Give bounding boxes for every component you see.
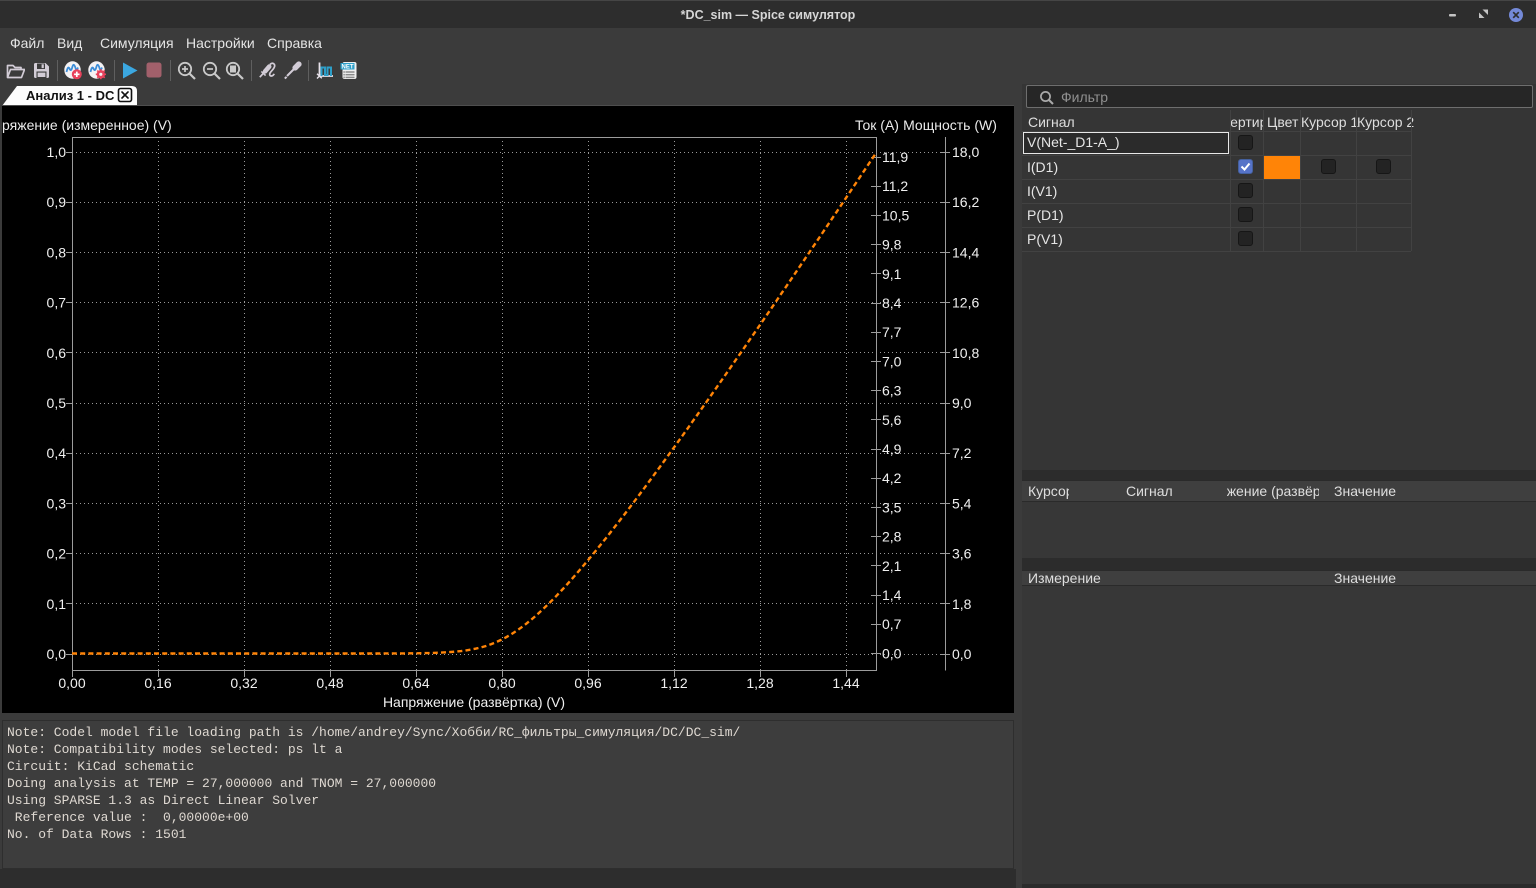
svg-text:14,4: 14,4 bbox=[952, 244, 979, 260]
svg-text:0,48: 0,48 bbox=[316, 675, 343, 691]
svg-text:NET: NET bbox=[342, 64, 354, 70]
svg-text:0,1: 0,1 bbox=[47, 596, 67, 612]
svg-text:0,7: 0,7 bbox=[882, 616, 902, 632]
svg-text:9,1: 9,1 bbox=[882, 266, 902, 282]
svg-text:6,3: 6,3 bbox=[882, 383, 902, 399]
svg-text:10,8: 10,8 bbox=[952, 345, 979, 361]
svg-text:8,4: 8,4 bbox=[882, 295, 902, 311]
svg-text:11,2: 11,2 bbox=[882, 178, 908, 194]
svg-text:0,8: 0,8 bbox=[47, 244, 67, 260]
svg-text:Напряжение (развёртка) (V): Напряжение (развёртка) (V) bbox=[383, 694, 565, 710]
svg-text:4,9: 4,9 bbox=[882, 441, 902, 457]
svg-text:0,0: 0,0 bbox=[47, 646, 67, 662]
svg-text:9,8: 9,8 bbox=[882, 237, 902, 253]
svg-text:7,0: 7,0 bbox=[882, 353, 902, 369]
svg-text:7,7: 7,7 bbox=[882, 324, 902, 340]
svg-text:18,0: 18,0 bbox=[952, 144, 979, 160]
svg-text:2,1: 2,1 bbox=[882, 558, 902, 574]
svg-text:0,00: 0,00 bbox=[58, 675, 85, 691]
svg-text:2,8: 2,8 bbox=[882, 529, 902, 545]
svg-text:0,16: 0,16 bbox=[144, 675, 171, 691]
svg-text:0,7: 0,7 bbox=[47, 295, 67, 311]
svg-text:10,5: 10,5 bbox=[882, 207, 909, 223]
svg-text:9,0: 9,0 bbox=[952, 395, 972, 411]
svg-text:1,0: 1,0 bbox=[47, 144, 67, 160]
svg-text:1,28: 1,28 bbox=[746, 675, 773, 691]
svg-text:1,8: 1,8 bbox=[952, 596, 972, 612]
svg-text:0,64: 0,64 bbox=[402, 675, 429, 691]
svg-text:1,12: 1,12 bbox=[660, 675, 687, 691]
svg-text:3,5: 3,5 bbox=[882, 499, 902, 515]
svg-text:12,6: 12,6 bbox=[952, 295, 979, 311]
svg-text:16,2: 16,2 bbox=[952, 194, 979, 210]
svg-text:0,3: 0,3 bbox=[47, 495, 67, 511]
svg-text:0,0: 0,0 bbox=[952, 646, 972, 662]
svg-text:0,80: 0,80 bbox=[488, 675, 515, 691]
svg-text:5,4: 5,4 bbox=[952, 495, 972, 511]
svg-text:3,6: 3,6 bbox=[952, 546, 972, 562]
svg-text:0,0: 0,0 bbox=[882, 645, 902, 661]
svg-text:11,9: 11,9 bbox=[882, 149, 908, 165]
svg-text:0,5: 0,5 bbox=[47, 395, 67, 411]
svg-text:1,4: 1,4 bbox=[882, 587, 902, 603]
svg-text:7,2: 7,2 bbox=[952, 445, 972, 461]
svg-text:0,2: 0,2 bbox=[47, 546, 67, 562]
svg-text:0,96: 0,96 bbox=[574, 675, 601, 691]
svg-text:0,6: 0,6 bbox=[47, 345, 67, 361]
svg-text:5,6: 5,6 bbox=[882, 412, 902, 428]
svg-text:1,44: 1,44 bbox=[832, 675, 859, 691]
svg-text:0,4: 0,4 bbox=[47, 445, 67, 461]
svg-text:4,2: 4,2 bbox=[882, 470, 902, 486]
svg-text:0,9: 0,9 bbox=[47, 194, 67, 210]
svg-text:0,32: 0,32 bbox=[230, 675, 257, 691]
